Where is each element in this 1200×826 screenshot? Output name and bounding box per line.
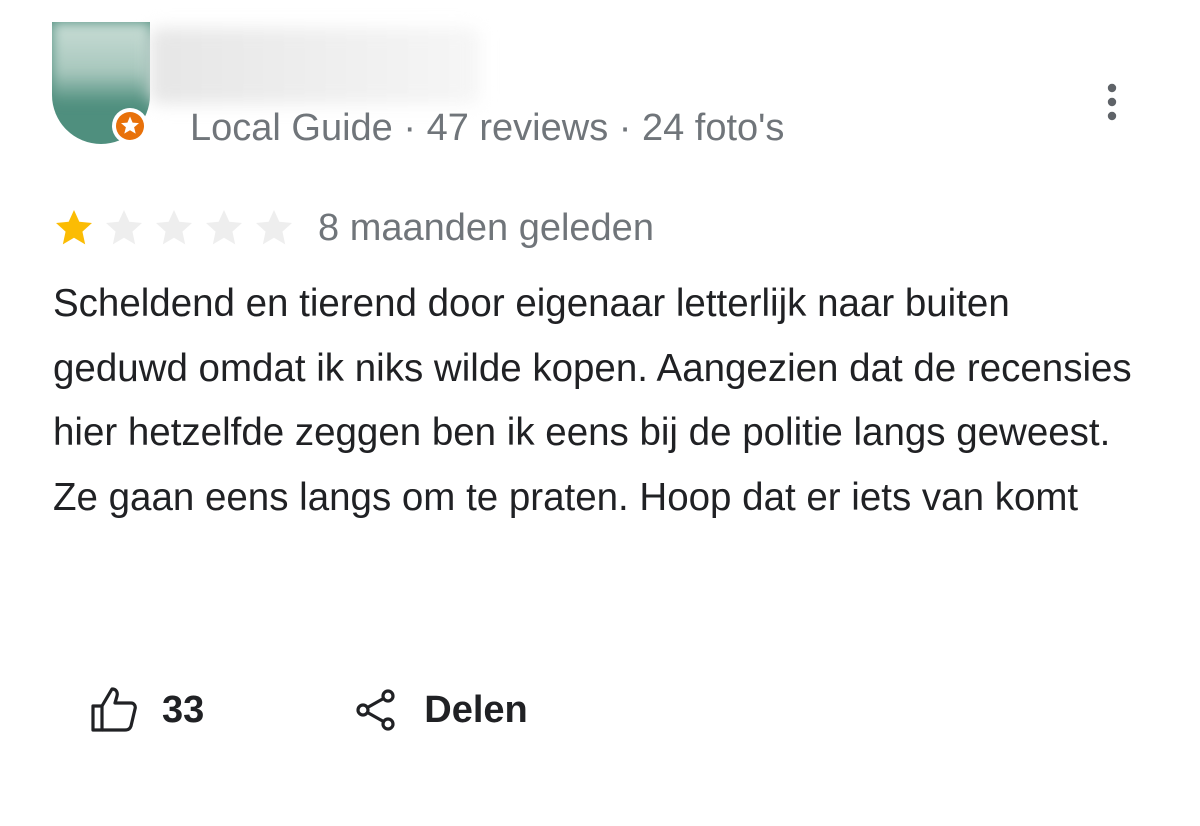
local-guide-badge-icon: [110, 106, 150, 146]
star-filled-icon: [56, 210, 92, 245]
more-vert-icon: [1107, 83, 1117, 121]
more-options-button[interactable]: [1088, 78, 1136, 126]
review-text: Scheldend en tierend door eigenaar lette…: [53, 282, 1132, 519]
star-empty-icon: [206, 210, 242, 245]
avatar-blur-overlay: [52, 22, 150, 104]
reviewer-meta: Local Guide · 47 reviews · 24 foto's: [190, 107, 785, 149]
share-label: Delen: [424, 688, 528, 731]
thumb-up-icon: [91, 687, 137, 732]
share-icon: [356, 689, 395, 731]
review-card: Local Guide · 47 reviews · 24 foto's 8 m…: [0, 0, 1200, 826]
star-empty-icon: [256, 210, 292, 245]
star-empty-icon: [156, 210, 192, 245]
star-empty-icon: [106, 210, 142, 245]
like-count: 33: [162, 688, 205, 731]
star-rating: [52, 206, 302, 250]
share-button[interactable]: Delen: [354, 688, 528, 732]
reviewer-name-blurred[interactable]: [150, 28, 480, 104]
like-button[interactable]: 33: [88, 684, 204, 736]
review-time-ago: 8 maanden geleden: [318, 207, 654, 249]
review-actions: 33 Delen: [88, 680, 528, 740]
rating-row: 8 maanden geleden: [52, 204, 654, 252]
